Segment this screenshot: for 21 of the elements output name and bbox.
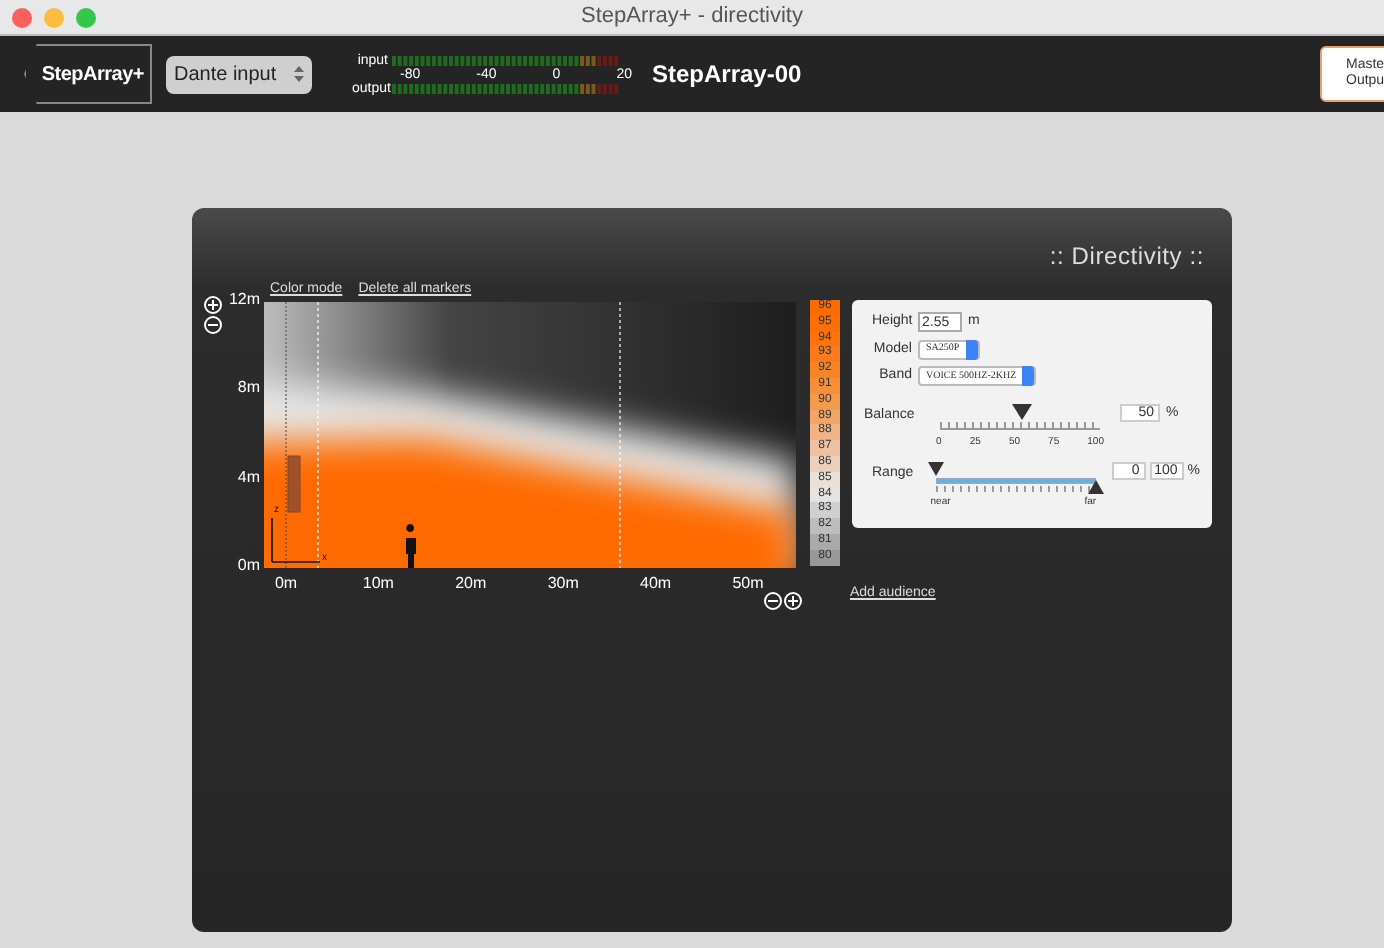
axis-label: 12m (228, 288, 260, 312)
slider-thumb[interactable] (1012, 403, 1032, 419)
axis-label: 0m (235, 553, 260, 578)
source-select[interactable]: Dante input (166, 55, 312, 93)
device-name: StepArray-00 (652, 58, 802, 92)
axis-label: 40m (638, 572, 674, 596)
zoom-in-icon[interactable] (784, 592, 802, 610)
axis-label: 20m (453, 572, 489, 596)
range-start-thumb[interactable] (928, 462, 945, 476)
zoom-out-icon[interactable] (764, 592, 782, 610)
axis-label: 30m (545, 572, 581, 596)
zoom-out-icon[interactable] (204, 316, 222, 334)
zoom-in-icon[interactable] (204, 296, 222, 314)
app-logo: StepArray+ (24, 44, 152, 104)
axis-label: 8m (235, 376, 260, 401)
axis-label: 10m (360, 572, 396, 596)
window-title: StepArray+ - directivity (581, 2, 803, 33)
axis-label: 4m (235, 465, 260, 490)
axis-label: 50m (730, 572, 766, 596)
axis-label: 0m (272, 572, 300, 596)
panel-title: :: Directivity :: (1049, 240, 1204, 274)
